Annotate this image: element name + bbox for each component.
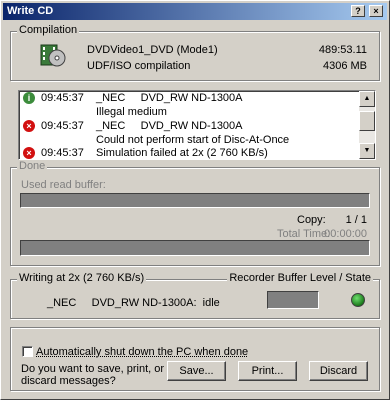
shutdown-label[interactable]: Automatically shut down the PC when done [36, 346, 248, 358]
save-button[interactable]: Save... [167, 361, 226, 381]
compilation-icon [39, 43, 67, 69]
log-message: Could not perform start of Disc-At-Once [96, 134, 290, 146]
error-icon: × [23, 147, 35, 159]
log-message: _NEC DVD_RW ND-1300A [96, 120, 243, 132]
scroll-thumb[interactable] [359, 111, 375, 131]
log-time: 09:45:37 [41, 147, 84, 159]
log-row: × 09:45:37 Simulation failed at 2x (2 76… [19, 147, 357, 159]
compilation-size: 4306 MB [322, 60, 367, 72]
done-legend: Done [17, 160, 48, 172]
compilation-duration: 489:53.11 [318, 44, 367, 56]
close-button[interactable]: × [369, 5, 383, 17]
used-read-buffer-label: Used read buffer: [21, 179, 106, 191]
write-cd-window: Write CD ? × Compilation DVDVideo1_DVD (… [0, 0, 390, 400]
log-row: × 09:45:37 _NEC DVD_RW ND-1300A [19, 120, 357, 134]
device-status: _NEC DVD_RW ND-1300A: idle [47, 297, 220, 309]
log-time: 09:45:37 [41, 120, 84, 132]
compilation-name: DVDVideo1_DVD (Mode1) [87, 44, 218, 56]
recorder-buffer-label: Recorder Buffer Level / State [227, 272, 373, 284]
log-row: Illegal medium [19, 106, 357, 120]
log-row: i 09:45:37 _NEC DVD_RW ND-1300A [19, 92, 357, 106]
print-button[interactable]: Print... [238, 361, 297, 381]
scroll-up-icon[interactable]: ▲ [359, 91, 375, 107]
info-icon: i [23, 92, 35, 104]
log-scrollbar[interactable]: ▲ ▼ [359, 91, 375, 159]
scroll-down-icon[interactable]: ▼ [359, 143, 375, 159]
total-time-value: 00:00:00 [324, 228, 367, 240]
copy-value: 1 / 1 [345, 214, 367, 226]
compilation-type: UDF/ISO compilation [87, 60, 191, 72]
log-row: Could not perform start of Disc-At-Once [19, 134, 357, 148]
window-title: Write CD [7, 5, 54, 17]
total-progress-bar [20, 240, 370, 256]
shutdown-checkbox[interactable] [22, 346, 33, 357]
compilation-legend: Compilation [17, 24, 80, 36]
writing-legend: Writing at 2x (2 760 KB/s) [17, 272, 147, 284]
log-message: Simulation failed at 2x (2 760 KB/s) [96, 147, 268, 159]
save-question: Do you want to save, print, or discard m… [21, 363, 165, 387]
error-icon: × [23, 120, 35, 132]
log-message: _NEC DVD_RW ND-1300A [96, 92, 243, 104]
help-button[interactable]: ? [351, 5, 365, 17]
log-message: Illegal medium [96, 106, 167, 118]
discard-button[interactable]: Discard [309, 361, 368, 381]
recorder-state-led-icon [351, 293, 365, 307]
total-time-label: Total Time: [277, 228, 331, 240]
message-log[interactable]: i 09:45:37 _NEC DVD_RW ND-1300A Illegal … [18, 90, 376, 160]
title-bar[interactable]: Write CD ? × [3, 3, 387, 20]
copy-label: Copy: [297, 214, 326, 226]
log-time: 09:45:37 [41, 92, 84, 104]
recorder-buffer-level [267, 291, 319, 309]
read-buffer-bar [20, 193, 370, 208]
